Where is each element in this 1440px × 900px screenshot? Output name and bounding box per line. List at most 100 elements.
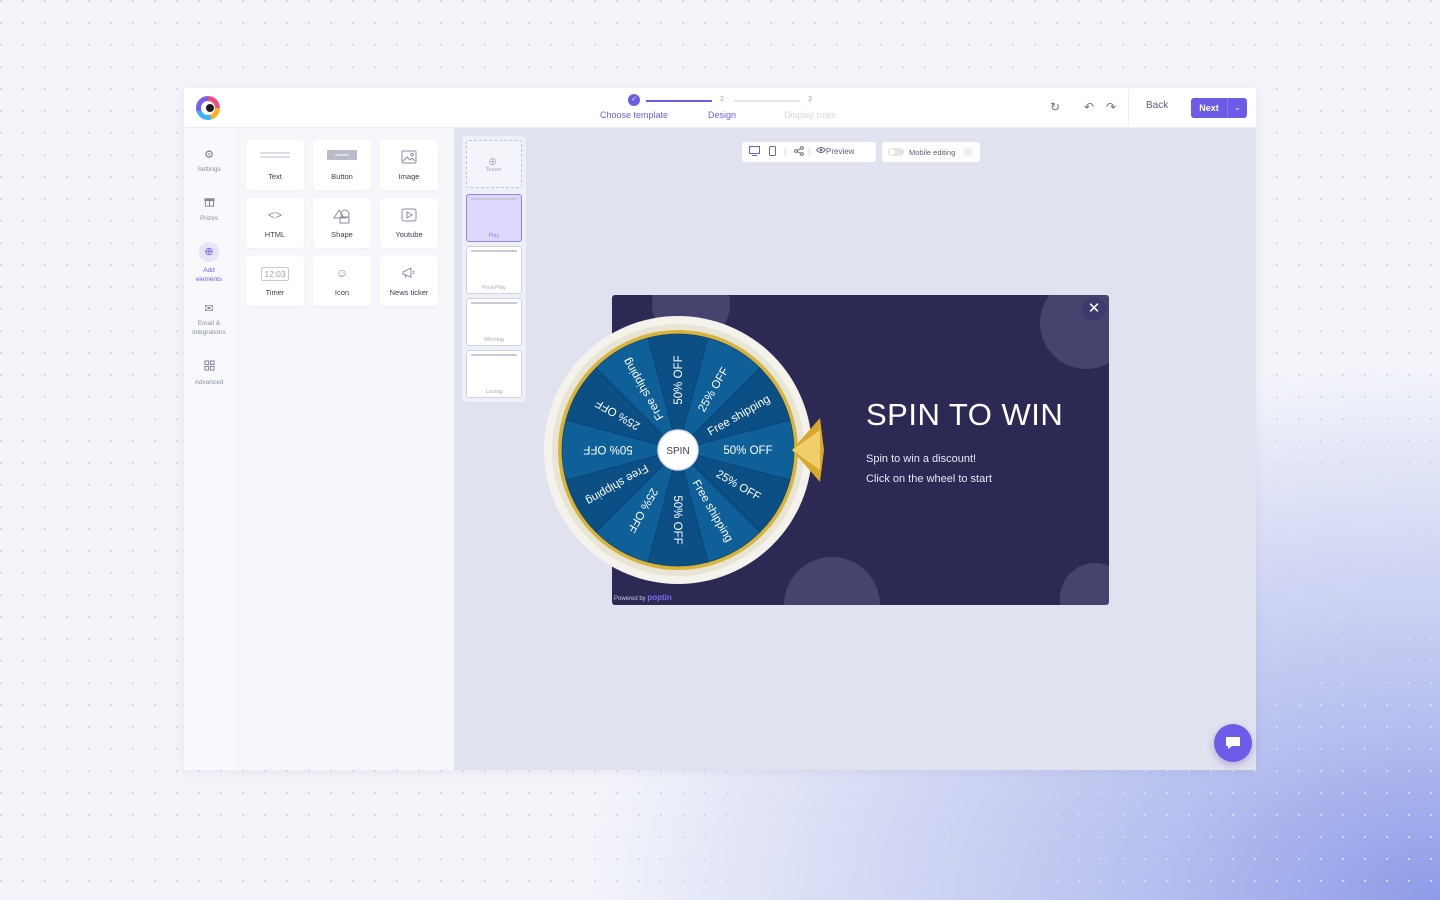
- image-icon: [380, 150, 438, 166]
- desktop-icon[interactable]: [749, 146, 760, 158]
- share-icon[interactable]: [794, 146, 804, 158]
- thumb-bar: [471, 250, 517, 252]
- undo-icon[interactable]: ↶: [1084, 100, 1094, 114]
- element-image[interactable]: Image: [380, 140, 438, 190]
- redo-icon[interactable]: ↷: [1106, 100, 1116, 114]
- mobile-editing-toggle[interactable]: [888, 148, 904, 156]
- next-button[interactable]: Next: [1191, 98, 1227, 118]
- mail-icon: ✉: [204, 303, 214, 315]
- top-header: ✓ Choose template 2 Design 3 Display rul…: [184, 88, 1256, 128]
- tile-label: Button: [331, 172, 353, 181]
- sidebar-item-add-elements[interactable]: ⊕ Add elements: [184, 242, 234, 284]
- step-display-rules[interactable]: 3 Display rules: [770, 94, 850, 120]
- sidebar-item-prizes[interactable]: Prizes: [184, 196, 234, 223]
- grid-icon: [184, 360, 234, 374]
- wheel-segment-label: 50% OFF: [723, 445, 772, 457]
- page-thumb-post-play[interactable]: Post-Play: [466, 246, 522, 294]
- tile-label: Youtube: [395, 230, 423, 239]
- page-list: ⊕ Teaser Play Post-Play Winning Losing: [462, 136, 526, 402]
- chevron-down-icon[interactable]: ⌄: [1227, 98, 1247, 118]
- page-label: Teaser: [485, 167, 503, 173]
- sidebar-item-label: Prizes: [199, 215, 219, 222]
- step-label: Design: [707, 110, 736, 120]
- popup-title: SPIN TO WIN: [866, 397, 1064, 432]
- logo[interactable]: [196, 96, 220, 120]
- tile-label: Shape: [331, 230, 353, 239]
- smiley-icon: ☺: [335, 266, 349, 280]
- divider: [1128, 90, 1129, 126]
- thumb-bar: [471, 354, 517, 356]
- close-icon[interactable]: ✕: [1082, 297, 1106, 321]
- gear-icon: ⚙: [204, 149, 214, 161]
- reset-icon[interactable]: ↻: [1050, 100, 1060, 114]
- tile-label: Image: [398, 172, 420, 181]
- element-icon[interactable]: ☺ Icon: [313, 256, 371, 306]
- preview-button[interactable]: Preview: [826, 147, 854, 156]
- page-label: Losing: [485, 389, 503, 395]
- step-label: Display rules: [784, 110, 836, 120]
- tile-label: HTML: [264, 230, 286, 239]
- element-timer[interactable]: 12:03 Timer: [246, 256, 304, 306]
- timer-display: 12:03: [261, 267, 289, 281]
- elements-panel: Text Button Image <> HTML Shape Youtube …: [234, 128, 454, 770]
- spin-label: SPIN: [666, 446, 689, 457]
- sidebar-item-advanced[interactable]: Advanced: [184, 360, 234, 387]
- check-icon: ✓: [628, 94, 640, 106]
- sidebar-item-label: Email & integrations: [192, 320, 226, 336]
- page-thumb-play[interactable]: Play: [466, 194, 522, 242]
- page-label: Play: [488, 233, 500, 239]
- shapes-icon: [313, 208, 371, 224]
- chat-widget-button[interactable]: [1214, 724, 1252, 762]
- eye-icon: [815, 146, 827, 156]
- tile-label: News ticker: [389, 288, 429, 297]
- timer-icon: 12:03: [246, 266, 304, 282]
- mobile-editing-control: Mobile editing ⓘ: [882, 142, 980, 162]
- wheel-segment-label: 50% OFF: [671, 495, 683, 544]
- element-text[interactable]: Text: [246, 140, 304, 190]
- megaphone-icon: [380, 266, 438, 282]
- step-number: 3: [808, 96, 812, 103]
- gift-icon: [184, 196, 234, 210]
- code-icon: <>: [267, 208, 282, 222]
- sidebar-item-label: Add elements: [195, 267, 223, 283]
- prize-wheel[interactable]: 50% OFF 25% OFFFree shipping50% OFF25% OF…: [528, 294, 828, 606]
- element-button[interactable]: Button: [313, 140, 371, 190]
- step-choose-template[interactable]: ✓ Choose template: [594, 94, 674, 120]
- element-html[interactable]: <> HTML: [246, 198, 304, 248]
- tile-label: Timer: [265, 288, 285, 297]
- page-thumb-teaser[interactable]: ⊕ Teaser: [466, 140, 522, 188]
- view-toolbar: | | Preview: [742, 142, 876, 162]
- element-youtube[interactable]: Youtube: [380, 198, 438, 248]
- play-icon: [380, 208, 438, 224]
- info-icon[interactable]: ⓘ: [964, 147, 972, 158]
- button-icon: [313, 150, 371, 166]
- element-news-ticker[interactable]: News ticker: [380, 256, 438, 306]
- left-sidebar: ⚙ Settings Prizes ⊕ Add elements ✉ Email…: [184, 128, 234, 770]
- decor-bubble: [1060, 563, 1109, 605]
- mobile-editing-label: Mobile editing: [909, 148, 956, 157]
- divider: |: [808, 146, 811, 156]
- thumb-bar: [471, 302, 517, 304]
- page-thumb-winning[interactable]: Winning: [466, 298, 522, 346]
- page-thumb-losing[interactable]: Losing: [466, 350, 522, 398]
- tile-label: Text: [268, 172, 282, 181]
- divider: |: [784, 146, 787, 156]
- mobile-icon[interactable]: [769, 146, 776, 158]
- progress-steps: ✓ Choose template 2 Design 3 Display rul…: [594, 94, 854, 124]
- page-label: Winning: [484, 337, 504, 343]
- popup-instructions: Click on the wheel to start: [866, 473, 992, 485]
- plus-circle-icon: ⊕: [199, 242, 219, 262]
- sidebar-item-settings[interactable]: ⚙ Settings: [184, 148, 234, 174]
- step-design[interactable]: 2 Design: [702, 94, 742, 120]
- tile-label: Icon: [334, 288, 350, 297]
- back-button[interactable]: Back: [1146, 100, 1168, 111]
- thumb-bar: [471, 198, 517, 200]
- chat-icon: [1226, 737, 1240, 749]
- sidebar-item-email-integrations[interactable]: ✉ Email & integrations: [184, 302, 234, 337]
- element-shape[interactable]: Shape: [313, 198, 371, 248]
- text-lines-icon: [246, 150, 304, 166]
- wheel-segment-label: 50% OFF: [673, 355, 685, 404]
- sidebar-item-label: Advanced: [194, 379, 224, 386]
- logo-eye: [206, 104, 214, 112]
- step-number: 2: [720, 96, 724, 103]
